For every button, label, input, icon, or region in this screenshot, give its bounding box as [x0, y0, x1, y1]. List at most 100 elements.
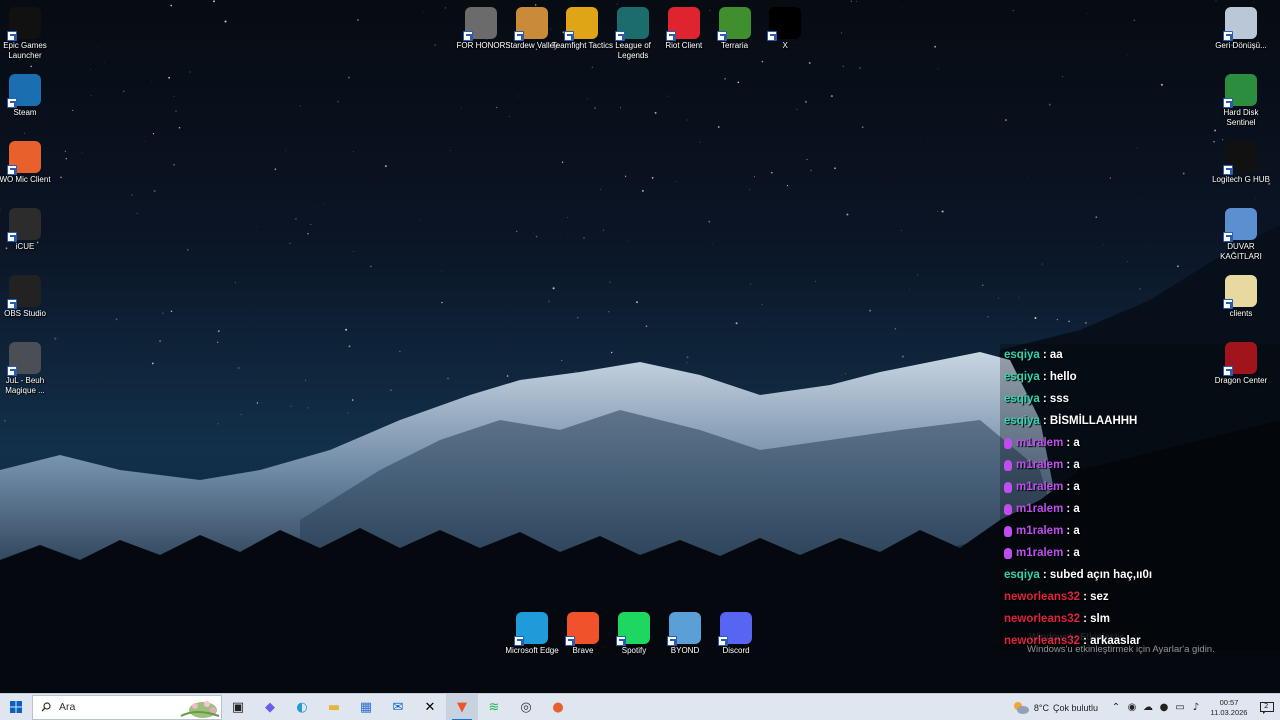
desktop-shortcut-clients-file[interactable]: clients [1213, 275, 1269, 319]
shortcut-arrow-icon [665, 31, 676, 41]
clock[interactable]: 00:57 11.03.2026 [1204, 698, 1254, 718]
taskbar-app-microsoft-store[interactable]: ▦ [350, 694, 382, 720]
desktop-shortcut-microphone[interactable]: WO Mic Client [0, 141, 53, 185]
show-hidden-icons-chevron-icon[interactable]: ⌃ [1108, 694, 1124, 720]
tray-app-icon[interactable]: ◉ [1124, 694, 1140, 720]
recycle-bin-icon [1223, 7, 1257, 41]
star [384, 165, 387, 168]
folder-wallpapers-icon [1223, 208, 1257, 242]
desktop-shortcut-x-logo[interactable]: X [757, 7, 813, 51]
notification-center-icon[interactable]: 2 [1254, 694, 1280, 720]
volume-icon[interactable]: ♪ [1188, 694, 1204, 720]
star [717, 126, 720, 128]
chat-text: : a [1066, 481, 1080, 493]
desktop-shortcut-obs[interactable]: OBS Studio [0, 275, 53, 319]
icue-icon [7, 208, 41, 242]
star [770, 171, 773, 174]
star [859, 67, 861, 69]
chat-text: : hello [1042, 371, 1077, 383]
star [217, 423, 219, 425]
desktop-shortcut-icue[interactable]: iCUE [0, 208, 53, 252]
star [347, 76, 350, 79]
taskbar-app-obs[interactable]: ◎ [510, 694, 542, 720]
microphone-tray-icon[interactable]: ● [1156, 694, 1172, 720]
desktop-shortcut-league-of-legends[interactable]: League of Legends [605, 7, 661, 61]
star [901, 230, 902, 231]
taskbar-app-wo-mic[interactable]: ● [542, 694, 574, 720]
weather-temperature: 8°C [1033, 702, 1049, 713]
desktop-shortcut-video-thumbnail[interactable]: JuL - Beuh Magique ... [0, 342, 53, 396]
taskbar: Ara ▣ ◆ ◐ ▬ ▦ ✉ ✕ ▼ ≋ ◎ ● 8°C Çok bulutlu ⌃ ◉ ☁ ● … [0, 693, 1280, 720]
desktop-shortcut-discord[interactable]: Discord [708, 612, 764, 656]
taskbar-app-outlook[interactable]: ✉ [382, 694, 414, 720]
star [215, 15, 217, 17]
star [796, 108, 798, 110]
chat-message: m1ralem: a [1000, 454, 1280, 476]
star [600, 189, 602, 191]
star [274, 168, 277, 171]
star [856, 0, 857, 2]
desktop-shortcut-logitech-g[interactable]: Logitech G HUB [1212, 141, 1270, 185]
weather-widget[interactable]: 8°C Çok bulutlu [1012, 701, 1098, 715]
star [151, 81, 153, 83]
microphone-badge-icon [1004, 437, 1012, 449]
desktop-shortcut-epic-games[interactable]: Epic Games Launcher [0, 7, 53, 61]
cloud-sync-icon[interactable]: ☁ [1140, 694, 1156, 720]
star [441, 301, 443, 304]
star [724, 77, 727, 80]
taskbar-app-file-explorer[interactable]: ▬ [318, 694, 350, 720]
start-button[interactable] [0, 694, 32, 720]
desktop-shortcut-label: Geri Dönüşü... [1215, 41, 1267, 50]
desktop-shortcut-hard-disk-sentinel[interactable]: Hard Disk Sentinel [1213, 74, 1269, 128]
taskbar-app-x[interactable]: ✕ [414, 694, 446, 720]
desktop-shortcut-steam[interactable]: Steam [0, 74, 53, 118]
clients-file-icon [1223, 275, 1257, 309]
stardew-valley-icon [513, 7, 548, 41]
chat-username: m1ralem [1016, 547, 1064, 559]
star [534, 4, 537, 6]
star [347, 412, 349, 414]
star [309, 223, 312, 226]
star [941, 210, 944, 213]
chat-text: : sss [1042, 393, 1070, 405]
star [516, 230, 518, 232]
star [780, 164, 782, 166]
taskbar-app-spotify[interactable]: ≋ [478, 694, 510, 720]
shortcut-arrow-icon [565, 636, 575, 646]
chat-text: : a [1066, 459, 1080, 471]
star [255, 226, 257, 228]
star [850, 0, 853, 2]
star [23, 132, 26, 134]
desktop-shortcut-dragon-center[interactable]: Dragon Center [1213, 342, 1269, 386]
desktop-shortcut-label: Epic Games Launcher [3, 41, 47, 60]
taskbar-app-brave[interactable]: ▼ [446, 693, 478, 720]
star [213, 0, 215, 3]
star [937, 211, 938, 213]
desktop-shortcut-recycle-bin[interactable]: Geri Dönüşü... [1213, 7, 1269, 51]
network-icon[interactable]: ▭ [1172, 694, 1188, 720]
desktop-shortcut-folder-wallpapers[interactable]: DUVAR KAĞITLARI [1213, 208, 1269, 262]
shortcut-arrow-icon [1223, 165, 1233, 175]
star [1252, 1, 1254, 3]
star [352, 151, 354, 153]
taskbar-search-box[interactable]: Ara [32, 694, 222, 720]
x-logo-icon [767, 7, 802, 41]
star [1062, 76, 1064, 78]
star [353, 251, 355, 253]
shortcut-arrow-icon [7, 98, 17, 108]
taskbar-app-copilot[interactable]: ◆ [254, 694, 286, 720]
taskbar-app-edge[interactable]: ◐ [286, 694, 318, 720]
star [645, 325, 648, 327]
star [178, 126, 181, 129]
chat-text: : a [1066, 525, 1080, 537]
star [238, 367, 240, 369]
star [1095, 216, 1098, 219]
chat-message: neworleans32: sez [1000, 586, 1280, 608]
desktop-shortcut-label: Discord [722, 646, 750, 655]
star [81, 152, 83, 154]
shortcut-arrow-icon [564, 31, 575, 41]
taskbar-app-task-view[interactable]: ▣ [222, 694, 254, 720]
clock-time: 00:57 [1219, 697, 1239, 707]
star [506, 375, 509, 377]
star [686, 362, 688, 364]
